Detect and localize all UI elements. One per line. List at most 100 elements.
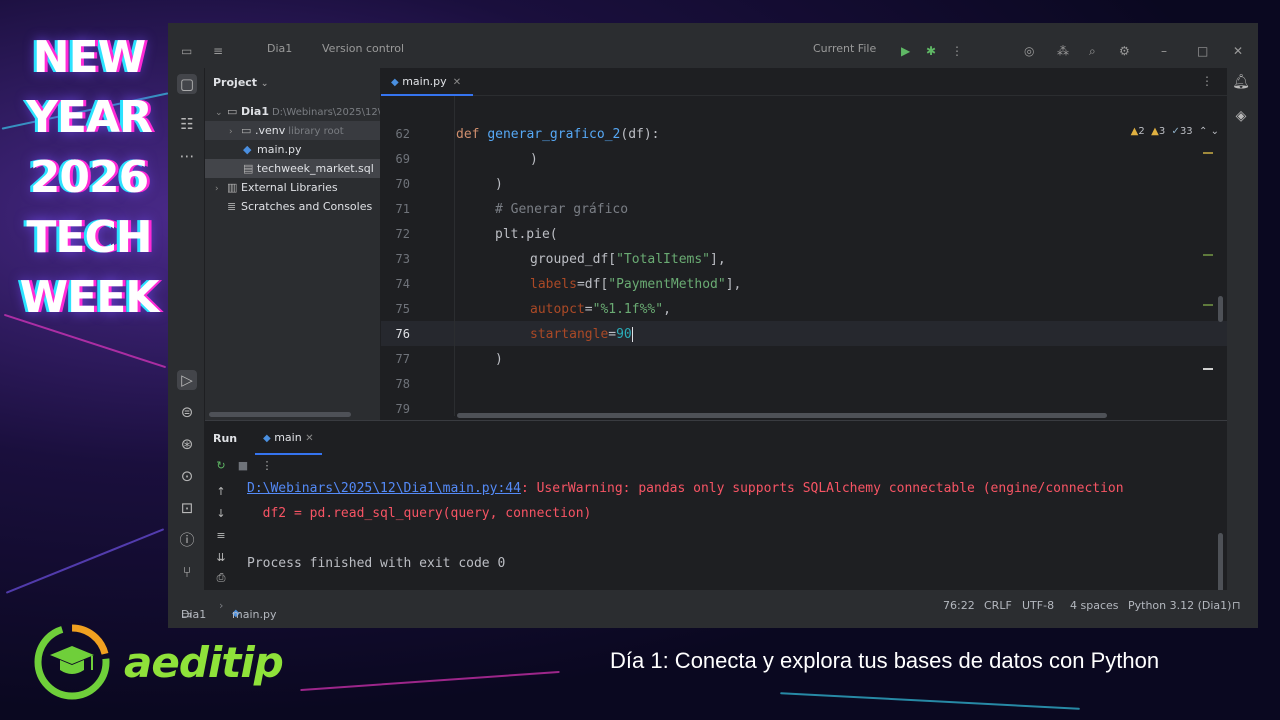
folder-icon: ▭	[241, 124, 252, 137]
run-tool-icon[interactable]: ▷	[177, 370, 197, 390]
collapse-arrow-icon[interactable]: ›	[215, 180, 227, 197]
file-link[interactable]: D:\Webinars\2025\12\Dia1\main.py:44	[247, 481, 521, 496]
rerun-icon[interactable]: ↻	[213, 459, 229, 475]
more-options-icon[interactable]: ⋮	[1201, 74, 1213, 88]
project-panel-title[interactable]: Project ⌄	[213, 76, 268, 89]
code-line[interactable]: )	[495, 177, 503, 192]
code-line[interactable]: # Generar gráfico	[495, 202, 628, 217]
string-token: "PaymentMethod"	[608, 277, 726, 292]
current-line-highlight	[381, 321, 1227, 346]
tree-item-sql[interactable]: ▤ techweek_market.sql	[205, 159, 380, 178]
scroll-to-end-icon[interactable]: ⇊	[213, 551, 229, 567]
code-token: =df[	[576, 277, 609, 292]
code-line[interactable]: )	[530, 152, 538, 167]
debug-tool-icon[interactable]: ⊙	[177, 466, 197, 486]
expand-arrow-icon[interactable]: ⌄	[215, 104, 227, 121]
more-icon[interactable]: ⋮	[951, 44, 963, 58]
change-marker[interactable]	[1203, 368, 1213, 370]
minimize-icon[interactable]: –	[1161, 44, 1167, 58]
hamburger-icon[interactable]: ≡	[213, 44, 223, 58]
tab-run-main[interactable]: ◆ main ✕	[255, 421, 322, 455]
file-encoding[interactable]: UTF-8	[1022, 599, 1054, 612]
previous-highlight-icon[interactable]: ⌃	[1199, 126, 1207, 137]
run-icon[interactable]: ▶	[901, 44, 910, 58]
editor-vertical-scrollbar[interactable]	[1218, 296, 1223, 322]
soft-wrap-icon[interactable]: ≡	[213, 529, 229, 545]
structure-icon[interactable]: ☷	[177, 114, 197, 134]
tab-main-py[interactable]: ◆ main.py ✕	[381, 68, 473, 96]
weak-warning-count: 3	[1158, 126, 1166, 137]
stop-icon[interactable]: ■	[235, 459, 251, 475]
project-switcher[interactable]: Dia1	[267, 42, 292, 55]
code-line[interactable]: plt.pie(	[495, 227, 558, 242]
tree-item-label: Dia1	[241, 105, 269, 118]
close-tab-icon[interactable]: ✕	[453, 77, 461, 88]
python-packages-icon[interactable]: ⊜	[177, 402, 197, 422]
debug-icon[interactable]: ✱	[926, 44, 936, 58]
more-tools-icon[interactable]: ⋯	[177, 146, 197, 166]
parameter-token: startangle	[530, 327, 609, 342]
problems-icon[interactable]: ⓘ	[177, 530, 197, 550]
scroll-down-icon[interactable]: ↓	[213, 507, 229, 523]
settings-icon[interactable]: ⚙	[1119, 44, 1130, 58]
scratch-icon: ≣	[227, 200, 237, 213]
code-token: (df):	[620, 127, 660, 142]
folder-icon[interactable]: ▢	[177, 74, 197, 94]
change-marker[interactable]	[1203, 152, 1213, 154]
terminal-icon[interactable]: ⊡	[177, 498, 197, 518]
console-line[interactable]: D:\Webinars\2025\12\Dia1\main.py:44: Use…	[247, 481, 1124, 496]
maximize-icon[interactable]: □	[1197, 44, 1208, 58]
comment-token: # Generar gráfico	[495, 202, 629, 217]
tree-item-scratches[interactable]: ≣ Scratches and Consoles	[205, 197, 380, 216]
caret-position[interactable]: 76:22	[943, 599, 975, 612]
lock-icon[interactable]: ⊓	[1232, 599, 1241, 612]
tree-item-venv[interactable]: › ▭ .venv library root	[205, 121, 380, 140]
more-icon[interactable]: ⋮	[259, 459, 275, 475]
indent-setting[interactable]: 4 spaces	[1070, 599, 1119, 612]
tree-item-dia1[interactable]: ⌄▭Dia1D:\Webinars\2025\12\Dia1	[205, 102, 380, 121]
python-interpreter[interactable]: Python 3.12 (Dia1)	[1128, 599, 1231, 612]
code-line[interactable]: def generar_grafico_2(df):	[456, 127, 660, 142]
close-icon[interactable]: ✕	[1233, 44, 1243, 58]
next-highlight-icon[interactable]: ⌄	[1211, 126, 1219, 137]
code-line[interactable]: )	[495, 352, 503, 367]
weak-warning-icon: ▲	[1151, 126, 1159, 137]
string-token: "TotalItems"	[616, 252, 711, 267]
python-file-icon: ◆	[391, 77, 399, 88]
editor-horizontal-scrollbar[interactable]	[457, 413, 1107, 418]
notifications-icon[interactable]: 🔔︎	[1231, 74, 1251, 94]
main-menu-icon[interactable]: ▭	[181, 44, 192, 58]
code-line[interactable]: labels=df["PaymentMethod"],	[530, 277, 741, 292]
line-number: 73	[395, 252, 410, 266]
change-marker[interactable]	[1203, 304, 1213, 306]
change-marker[interactable]	[1203, 254, 1213, 256]
code-line[interactable]: autopct="%1.1f%%",	[530, 302, 671, 317]
code-line[interactable]: grouped_df["TotalItems"],	[530, 252, 726, 267]
services-icon[interactable]: ⊛	[177, 434, 197, 454]
search-icon[interactable]: ⌕	[1089, 44, 1096, 59]
tree-item-hint: library root	[288, 126, 344, 137]
inspection-widget[interactable]: ▲2 ▲3 ✓33 ⌃ ⌄	[1131, 126, 1219, 137]
ai-assistant-icon[interactable]: ◎	[1024, 44, 1034, 58]
run-panel-header: Run ◆ main ✕	[205, 421, 1227, 455]
tree-item-external-libraries[interactable]: › ▥ External Libraries	[205, 178, 380, 197]
ai-chat-icon[interactable]: ◈	[1231, 108, 1251, 128]
git-icon[interactable]: ⑂	[177, 562, 197, 582]
scroll-up-icon[interactable]: ↑	[213, 485, 229, 501]
close-tab-icon[interactable]: ✕	[305, 433, 313, 444]
chevron-down-icon[interactable]: ⌄	[261, 79, 269, 89]
vcs-widget[interactable]: Version control	[322, 42, 404, 55]
tree-item-main-py[interactable]: ◆ main.py	[205, 140, 380, 159]
line-number: 69	[395, 152, 410, 166]
number-token: 90	[616, 327, 632, 342]
line-separator[interactable]: CRLF	[984, 599, 1012, 612]
add-user-icon[interactable]: ⁂	[1057, 44, 1069, 58]
code-line-current[interactable]: startangle=90	[530, 327, 633, 342]
code-token: )	[495, 352, 503, 367]
banner-line: YEAR	[26, 92, 153, 143]
project-horizontal-scrollbar[interactable]	[209, 412, 351, 417]
collapse-arrow-icon[interactable]: ›	[229, 123, 241, 140]
run-config-selector[interactable]: Current File	[813, 42, 876, 55]
print-icon[interactable]: ⎙	[213, 571, 229, 587]
event-banner: NEW YEAR 2026 TECH WEEK	[14, 28, 164, 328]
